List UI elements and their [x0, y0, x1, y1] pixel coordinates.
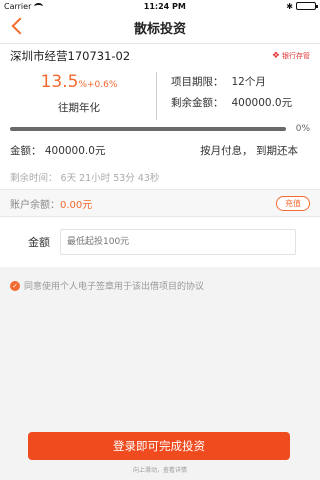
bank-logo-icon: ❖: [271, 51, 280, 61]
battery-icon: [295, 2, 318, 10]
carrier-label: Carrier: [4, 1, 32, 11]
vertical-divider: [156, 72, 157, 120]
bank-custody-badge: ❖ 银行存管: [272, 51, 310, 61]
remaining-label: 剩余金额：: [171, 97, 224, 109]
balance-row: 账户余额：0.00元 充值: [0, 189, 320, 217]
agreement-text[interactable]: 同意使用个人电子签章用于该出借项目的协议: [24, 279, 204, 292]
balance-label: 账户余额：: [10, 199, 60, 211]
annual-rate: 13.5%+0.6%: [10, 72, 148, 92]
rate-label: 往期年化: [58, 102, 100, 114]
status-left: Carrier: [4, 1, 44, 11]
status-right: ✱: [286, 1, 318, 11]
remaining-line: 剩余金额： 400000.0元: [171, 93, 310, 114]
term-label: 项目期限：: [171, 76, 224, 88]
remaining-time: 剩余时间： 6天 21小时 53分 43秒: [10, 173, 160, 184]
agreement-row[interactable]: ✓ 同意使用个人电子签章用于该出借项目的协议: [0, 279, 320, 292]
rate-row: 13.5%+0.6% 往期年化 项目期限： 12个月 剩余金额： 400000.…: [10, 72, 310, 120]
rate-extra: %+0.6%: [78, 80, 118, 90]
check-icon[interactable]: ✓: [10, 280, 20, 291]
progress-bar: [10, 127, 286, 131]
wifi-icon: [34, 2, 44, 10]
login-invest-button[interactable]: 登录即可完成投资: [28, 432, 290, 460]
project-card: 深圳市经营170731-02 ❖ 银行存管 13.5%+0.6% 往期年化 项目…: [0, 44, 320, 189]
total-amount: 金额： 400000.0元: [10, 145, 106, 157]
balance-value: 0.00元: [60, 199, 93, 211]
progress-percent: 0%: [295, 124, 310, 134]
nav-bar: 散标投资: [0, 12, 320, 44]
bluetooth-icon: ✱: [286, 1, 293, 11]
amount-field-label: 金额: [28, 236, 50, 249]
project-name: 深圳市经营170731-02: [10, 49, 131, 63]
bank-badge-label: 银行存管: [282, 52, 310, 60]
repay-method: 按月付息， 到期还本: [200, 145, 298, 157]
remaining-value: 400000.0元: [231, 97, 293, 109]
back-icon[interactable]: [11, 17, 29, 35]
amount-input[interactable]: [60, 229, 296, 255]
balance-text: 账户余额：0.00元: [10, 196, 92, 211]
amount-row: 金额： 400000.0元 按月付息， 到期还本: [10, 143, 310, 158]
status-bar: Carrier 11:24 PM ✱: [0, 0, 320, 12]
invest-amount-row: 金额: [0, 217, 320, 267]
card-header: 深圳市经营170731-02 ❖ 银行存管: [10, 48, 310, 64]
recharge-button[interactable]: 充值: [276, 195, 310, 211]
term-line: 项目期限： 12个月: [171, 72, 310, 93]
progress-row: 0%: [10, 124, 310, 134]
rate-main: 13.5: [40, 72, 79, 92]
status-time: 11:24 PM: [143, 1, 186, 11]
rate-block: 13.5%+0.6% 往期年化: [10, 72, 148, 120]
info-block: 项目期限： 12个月 剩余金额： 400000.0元: [171, 72, 310, 120]
term-value: 12个月: [231, 76, 266, 88]
page-title: 散标投资: [133, 22, 186, 37]
scroll-hint: 向上滑动，查看详情: [132, 467, 187, 474]
